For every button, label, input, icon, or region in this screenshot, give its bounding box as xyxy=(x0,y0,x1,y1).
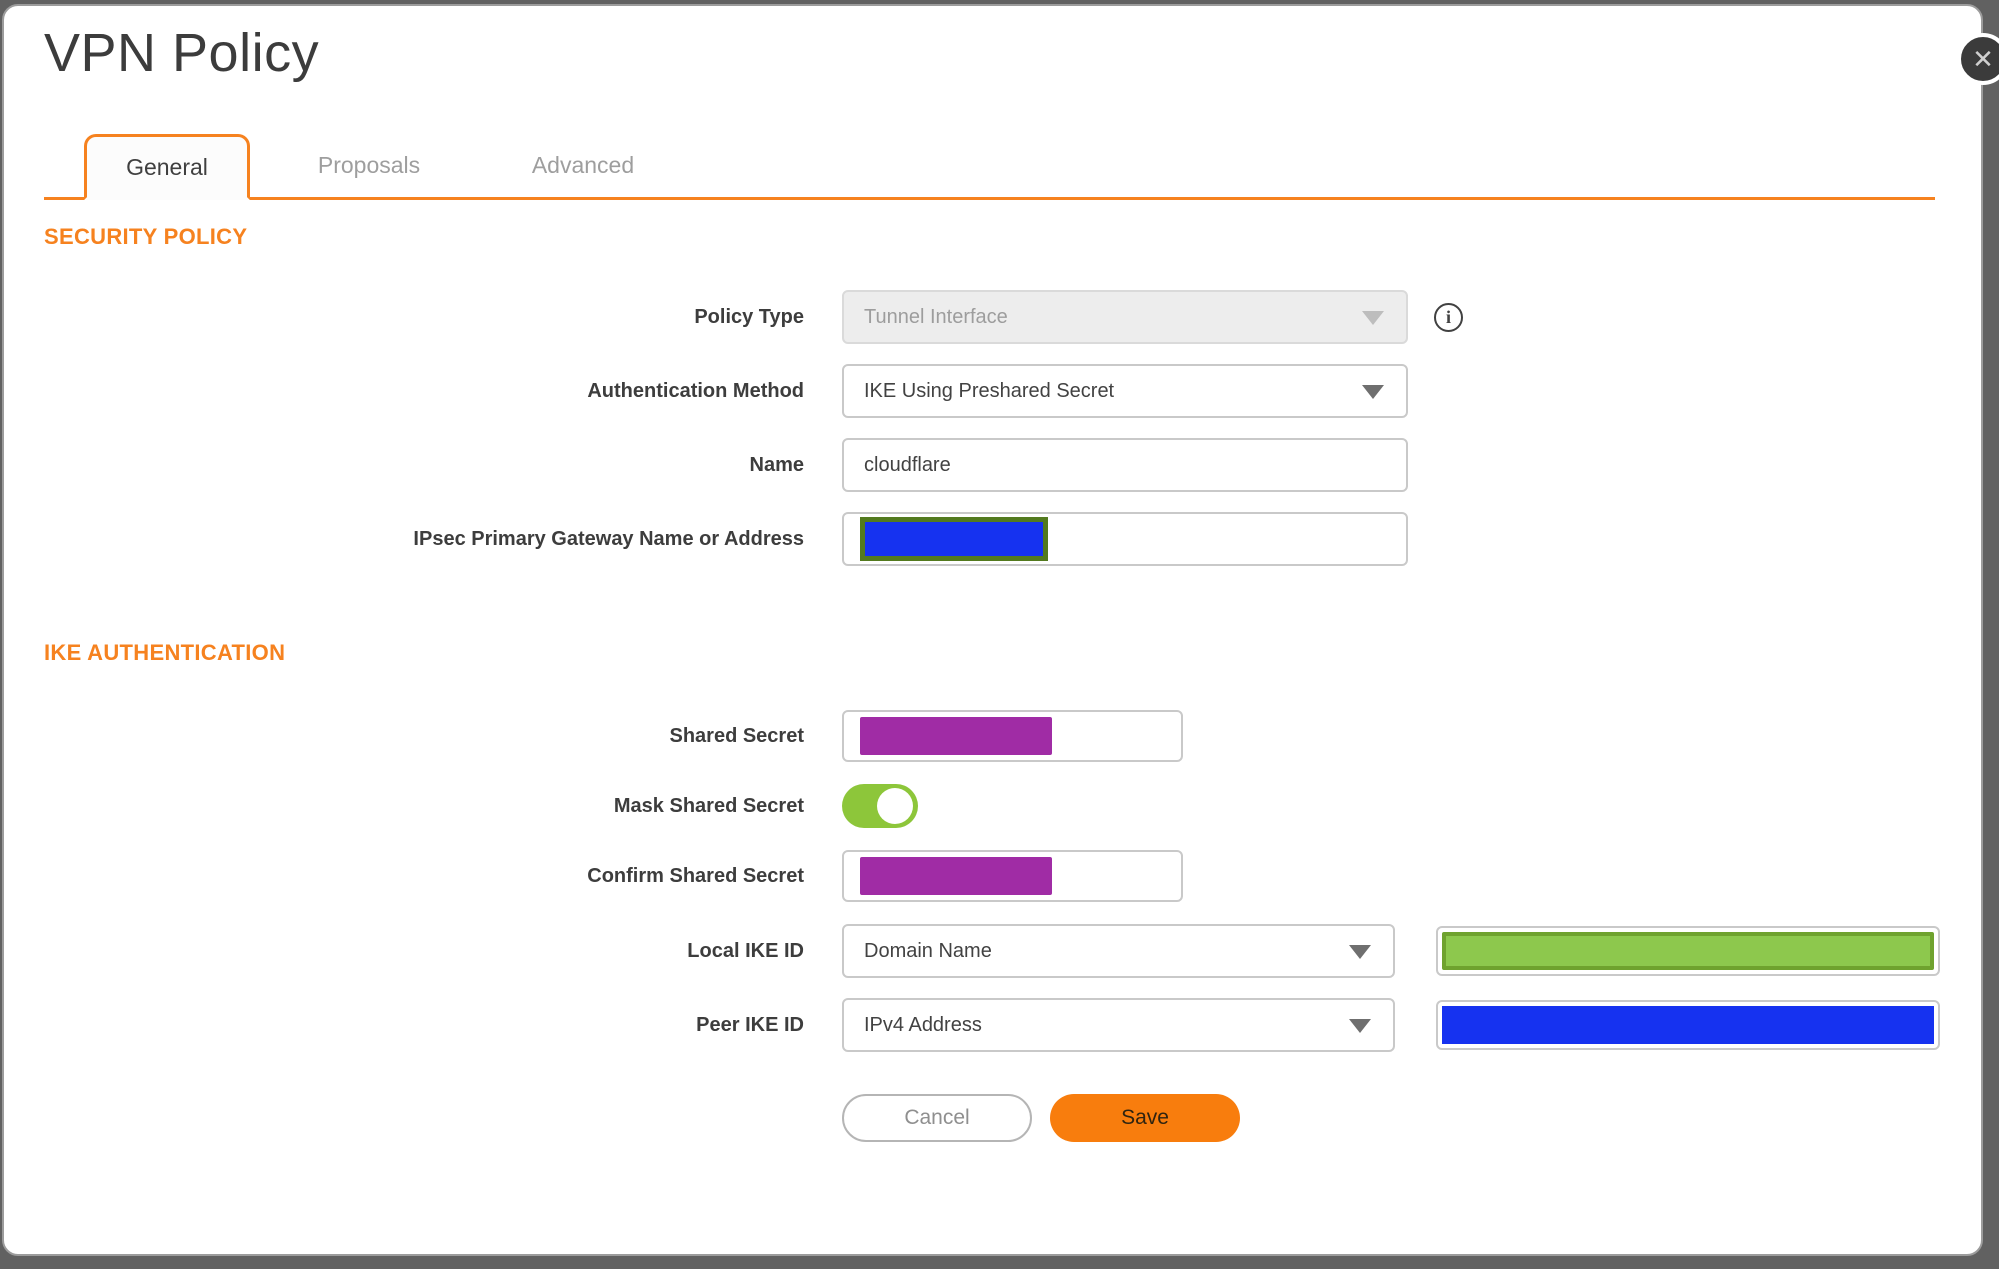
peer-ike-id-select[interactable]: IPv4 Address xyxy=(842,998,1395,1052)
peer-ike-id-label: Peer IKE ID xyxy=(696,1013,804,1036)
info-icon[interactable]: i xyxy=(1434,302,1463,332)
peer-ike-id-row: Peer IKE ID IPv4 Address xyxy=(4,998,1981,1052)
policy-type-select: Tunnel Interface xyxy=(842,290,1408,344)
authentication-method-row: Authentication Method IKE Using Preshare… xyxy=(4,364,1981,418)
confirm-shared-secret-row: Confirm Shared Secret xyxy=(4,850,1981,902)
tab-advanced-label: Advanced xyxy=(531,152,635,178)
gateway-redacted-value xyxy=(860,517,1048,561)
local-ike-id-label: Local IKE ID xyxy=(687,939,804,962)
confirm-shared-secret-label: Confirm Shared Secret xyxy=(587,864,804,887)
chevron-down-icon xyxy=(1349,1019,1371,1033)
local-ike-id-value-input[interactable] xyxy=(1436,926,1940,976)
tab-bar: General Proposals Advanced xyxy=(44,134,1935,200)
name-row: Name xyxy=(4,438,1981,492)
vpn-policy-dialog: VPN Policy General Proposals Advanced SE… xyxy=(2,4,1983,1256)
local-ike-id-row: Local IKE ID Domain Name xyxy=(4,924,1981,978)
name-label: Name xyxy=(749,453,804,476)
policy-type-row: Policy Type Tunnel Interface i xyxy=(4,290,1981,344)
mask-shared-secret-label: Mask Shared Secret xyxy=(613,794,804,817)
section-ike-authentication: IKE AUTHENTICATION xyxy=(44,640,286,665)
mask-shared-secret-row: Mask Shared Secret xyxy=(4,784,1981,828)
tab-general-label: General xyxy=(126,153,208,180)
gateway-input[interactable] xyxy=(842,512,1408,566)
chevron-down-icon xyxy=(1362,311,1384,325)
confirm-shared-secret-input[interactable] xyxy=(842,850,1183,902)
dialog-actions: Cancel Save xyxy=(842,1094,1981,1142)
cancel-button[interactable]: Cancel xyxy=(842,1094,1032,1142)
tab-proposals-label: Proposals xyxy=(317,152,421,178)
shared-secret-input[interactable] xyxy=(842,710,1183,762)
shared-secret-label: Shared Secret xyxy=(669,724,804,747)
chevron-down-icon xyxy=(1362,385,1384,399)
authentication-method-select[interactable]: IKE Using Preshared Secret xyxy=(842,364,1408,418)
tab-general[interactable]: General xyxy=(84,134,250,200)
gateway-label: IPsec Primary Gateway Name or Address xyxy=(413,527,804,550)
peer-ike-id-type-value: IPv4 Address xyxy=(864,1013,982,1036)
policy-type-value: Tunnel Interface xyxy=(864,305,1008,328)
local-ike-id-type-value: Domain Name xyxy=(864,939,992,962)
info-glyph: i xyxy=(1445,306,1451,327)
page-title: VPN Policy xyxy=(44,23,320,83)
tab-proposals[interactable]: Proposals xyxy=(284,134,454,197)
peer-ike-id-redacted-value xyxy=(1442,1006,1934,1044)
authentication-method-label: Authentication Method xyxy=(587,379,804,402)
gateway-row: IPsec Primary Gateway Name or Address xyxy=(4,512,1981,566)
local-ike-id-select[interactable]: Domain Name xyxy=(842,924,1395,978)
section-security-policy: SECURITY POLICY xyxy=(44,224,248,249)
tab-advanced[interactable]: Advanced xyxy=(498,134,668,197)
name-input[interactable] xyxy=(842,438,1408,492)
mask-shared-secret-toggle[interactable] xyxy=(842,784,918,828)
close-icon: ✕ xyxy=(1972,44,1994,74)
shared-secret-row: Shared Secret xyxy=(4,710,1981,762)
toggle-knob xyxy=(877,788,913,824)
chevron-down-icon xyxy=(1349,945,1371,959)
shared-secret-redacted-value xyxy=(860,717,1052,755)
save-button[interactable]: Save xyxy=(1050,1094,1240,1142)
peer-ike-id-value-input[interactable] xyxy=(1436,1000,1940,1050)
authentication-method-value: IKE Using Preshared Secret xyxy=(864,379,1115,402)
policy-type-label: Policy Type xyxy=(694,305,804,328)
confirm-shared-secret-redacted-value xyxy=(860,857,1052,895)
local-ike-id-redacted-value xyxy=(1442,932,1934,970)
